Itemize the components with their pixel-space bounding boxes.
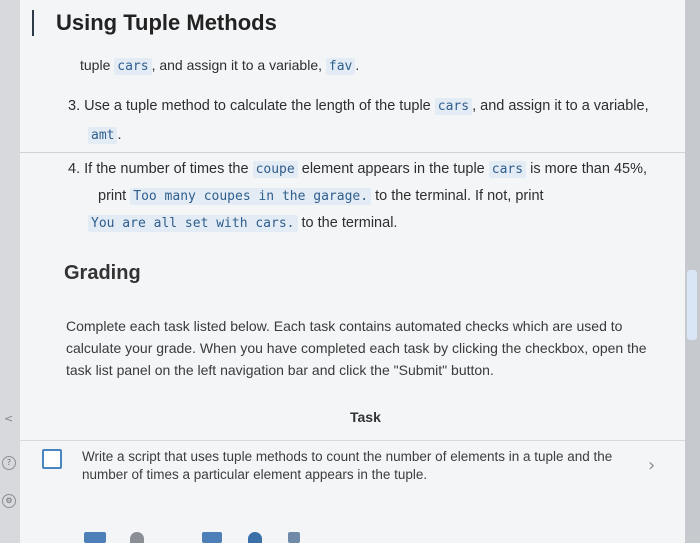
chevron-right-icon[interactable]: ›: [648, 455, 655, 476]
page-title: Using Tuple Methods: [56, 10, 277, 35]
scrollbar-thumb[interactable]: [687, 270, 697, 340]
code-coupe: coupe: [252, 161, 298, 178]
code-fav: fav: [325, 58, 356, 75]
taskbar-app-icon[interactable]: [288, 532, 300, 543]
help-icon[interactable]: ?: [2, 456, 16, 470]
grading-description: Complete each task listed below. Each ta…: [66, 318, 647, 378]
left-nav-strip: < ? ⚙: [0, 0, 20, 543]
code-amt: amt: [88, 127, 118, 144]
code-too-many-coupes: Too many coupes in the garage.: [130, 188, 372, 205]
task-checkbox[interactable]: [42, 449, 62, 469]
taskbar-app-icon[interactable]: [84, 532, 106, 543]
task-3: 3. Use a tuple method to calculate the l…: [68, 98, 649, 144]
divider: [20, 152, 685, 153]
task-row[interactable]: Write a script that uses tuple methods t…: [20, 440, 685, 496]
code-cars: cars: [488, 161, 527, 178]
task-column-header: Task: [350, 409, 381, 425]
text-cursor: [32, 10, 34, 36]
taskbar-app-icon[interactable]: [202, 532, 222, 543]
collapse-icon[interactable]: <: [4, 412, 13, 425]
code-all-set: You are all set with cars.: [88, 215, 298, 232]
code-cars: cars: [114, 58, 152, 75]
instructions-panel: Using Tuple Methods tuple cars, and assi…: [20, 0, 685, 543]
task-description: Write a script that uses tuple methods t…: [82, 449, 613, 482]
taskbar-strip: [60, 528, 320, 543]
taskbar-app-icon[interactable]: [248, 532, 262, 543]
intro-line: tuple cars, and assign it to a variable,…: [80, 57, 360, 75]
settings-icon[interactable]: ⚙: [2, 494, 16, 508]
code-cars: cars: [434, 98, 473, 115]
grading-heading: Grading: [64, 262, 141, 284]
taskbar-app-icon[interactable]: [130, 532, 144, 543]
task-4: 4. If the number of times the coupe elem…: [68, 161, 647, 232]
